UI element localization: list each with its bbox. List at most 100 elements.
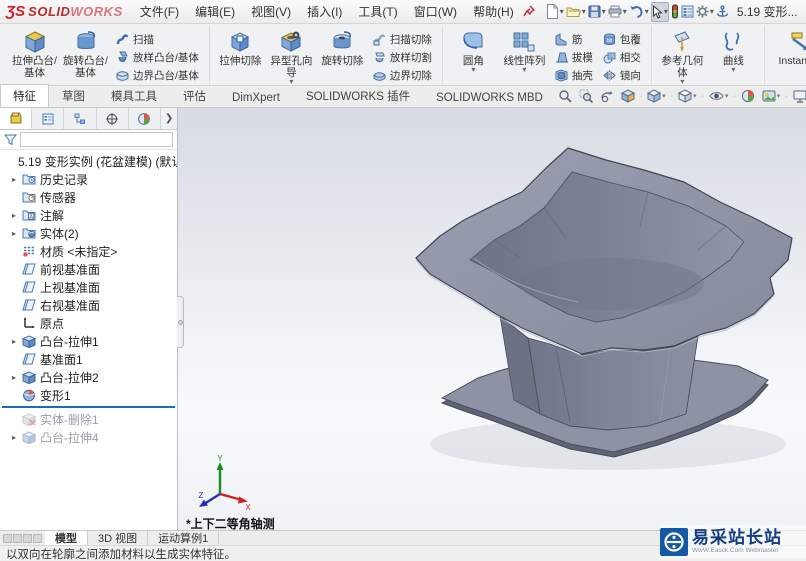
fillet-button[interactable]: 圆角 ▾ [449,28,498,74]
tree-item-top-plane[interactable]: 上视基准面 [0,278,177,296]
filter-funnel-icon[interactable] [4,133,17,146]
tree-item-right-plane[interactable]: 右视基准面 [0,296,177,314]
boundary-cut-button[interactable]: 边界切除 [369,67,436,84]
featuremanager-tab[interactable] [0,108,33,129]
instant3d-button[interactable]: Instant3D [771,28,806,68]
propertymanager-tab[interactable] [32,108,65,129]
flyout-arrow[interactable]: ▾ [658,78,707,86]
menu-help[interactable]: 帮助(H) [466,0,521,23]
view-orientation-icon[interactable]: ▾ [645,88,668,104]
section-view-icon[interactable] [619,88,637,104]
expand-arrow-icon[interactable]: ▸ [12,433,22,442]
tree-item-sensors[interactable]: 传感器 [0,188,177,206]
draft-button[interactable]: 拔模 [551,49,597,66]
expand-arrow-icon[interactable]: ▸ [12,211,22,220]
file-properties-button[interactable] [681,2,694,22]
save-button[interactable]: ▾ [588,2,606,22]
tab-mold-tools[interactable]: 模具工具 [98,84,170,107]
tab-features[interactable]: 特征 [0,84,49,107]
menu-file[interactable]: 文件(F) [133,0,186,23]
menu-window[interactable]: 窗口(W) [407,0,464,23]
hole-wizard-button[interactable]: 异型孔向导 ▾ [267,28,316,86]
tree-item-boss-extrude4[interactable]: ▸ 凸台-拉伸4 [0,428,177,446]
tab-motion-study1[interactable]: 运动算例1 [148,531,220,545]
new-file-button[interactable]: ▾ [546,2,564,22]
lofted-cut-button[interactable]: 放样切割 [369,49,436,66]
tab-model[interactable]: 模型 [45,531,88,545]
tab-solidworks-mbd[interactable]: SOLIDWORKS MBD [423,88,556,107]
tab-evaluate[interactable]: 评估 [170,84,219,107]
boundary-boss-button[interactable]: 边界凸台/基体 [112,67,203,84]
dimxpertmanager-tab[interactable] [97,108,129,129]
menu-view[interactable]: 视图(V) [244,0,298,23]
apply-scene-icon[interactable]: ▾ [760,88,783,104]
tree-item-plane1[interactable]: 基准面1 [0,350,177,368]
tree-item-front-plane[interactable]: 前视基准面 [0,260,177,278]
tab-scroll-prev-icon[interactable] [13,533,22,543]
tree-item-material[interactable]: 材质 <未指定> [0,242,177,260]
menu-edit[interactable]: 编辑(E) [188,0,242,23]
curves-button[interactable]: 曲线 ▾ [709,28,758,74]
tree-item-solid-bodies[interactable]: ▸ 实体(2) [0,224,177,242]
tab-scroll-next-icon[interactable] [23,533,32,543]
open-file-button[interactable]: ▾ [566,2,586,22]
print-button[interactable]: ▾ [608,2,627,22]
tab-solidworks-addins[interactable]: SOLIDWORKS 插件 [293,84,423,107]
swept-boss-button[interactable]: 扫描 [112,31,203,48]
zoom-to-area-icon[interactable] [577,88,595,104]
tab-scroll-first-icon[interactable] [3,533,12,543]
revolved-cut-button[interactable]: 旋转切除 [318,28,367,68]
tab-3d-views[interactable]: 3D 视图 [88,531,149,545]
wrap-button[interactable]: bb 包覆 [599,31,645,48]
linear-pattern-button[interactable]: 线性阵列 ▾ [500,28,549,74]
graphics-viewport[interactable]: Y X Z *上下二等角轴测 [178,108,806,531]
tab-scroll-controls[interactable] [0,531,45,545]
extruded-boss-button[interactable]: 拉伸凸台/基体 [10,28,59,80]
panel-splitter-handle[interactable] [177,296,184,348]
tab-dimxpert[interactable]: DimXpert [219,88,293,107]
flyout-arrow[interactable]: ▾ [709,66,758,74]
tab-sketch[interactable]: 草图 [49,84,98,107]
tree-filter-input[interactable] [20,132,173,147]
tree-item-annotations[interactable]: ▸ A 注解 [0,206,177,224]
displaymanager-tab[interactable] [129,108,162,129]
flyout-arrow[interactable]: ▾ [500,66,549,74]
mirror-button[interactable]: 镜向 [599,67,645,84]
anchor-tool-icon[interactable] [716,2,729,22]
pin-menu-icon[interactable] [523,2,536,22]
previous-view-icon[interactable] [598,88,616,104]
intersect-button[interactable]: 相交 [599,49,645,66]
menu-insert[interactable]: 插入(I) [300,0,349,23]
edit-appearance-icon[interactable] [739,88,757,104]
tree-item-body-delete1[interactable]: 实体-删除1 [0,410,177,428]
select-cursor-button[interactable]: ▾ [650,1,669,22]
hide-show-items-icon[interactable]: ▾ [707,89,731,103]
configurationmanager-tab[interactable] [64,108,97,129]
expand-arrow-icon[interactable]: ▸ [12,175,22,184]
tree-item-history[interactable]: ▸ 历史记录 [0,170,177,188]
flyout-arrow[interactable]: ▾ [449,66,498,74]
expand-arrow-icon[interactable]: ▸ [12,373,22,382]
expand-arrow-icon[interactable]: ▸ [12,229,22,238]
lofted-boss-button[interactable]: 放样凸台/基体 [112,49,203,66]
tree-root-part[interactable]: 5.19 变形实例 (花盆建模) (默认<<默 [0,152,177,170]
menu-tools[interactable]: 工具(T) [351,0,404,23]
zoom-to-fit-icon[interactable] [556,88,574,104]
options-gear-button[interactable]: ▾ [696,2,714,22]
undo-button[interactable]: ▾ [629,2,649,22]
shell-button[interactable]: 抽壳 [551,67,597,84]
extruded-cut-button[interactable]: 拉伸切除 [216,28,265,68]
swept-cut-button[interactable]: 扫描切除 [369,31,436,48]
rollback-bar[interactable] [2,406,175,408]
view-settings-icon[interactable]: ▾ [791,89,806,104]
rebuild-traffic-light-icon[interactable] [671,2,679,22]
revolved-boss-button[interactable]: 旋转凸台/基体 [61,28,110,80]
tree-item-origin[interactable]: 原点 [0,314,177,332]
tree-item-boss-extrude1[interactable]: ▸ 凸台-拉伸1 [0,332,177,350]
display-style-icon[interactable]: ▾ [676,88,699,104]
reference-geometry-button[interactable]: 参考几何体 ▾ [658,28,707,86]
flower-pot-model[interactable] [178,108,806,530]
expand-arrow-icon[interactable]: ▸ [12,337,22,346]
tree-item-deform1[interactable]: 变形1 [0,386,177,404]
tab-scroll-last-icon[interactable] [33,533,42,543]
